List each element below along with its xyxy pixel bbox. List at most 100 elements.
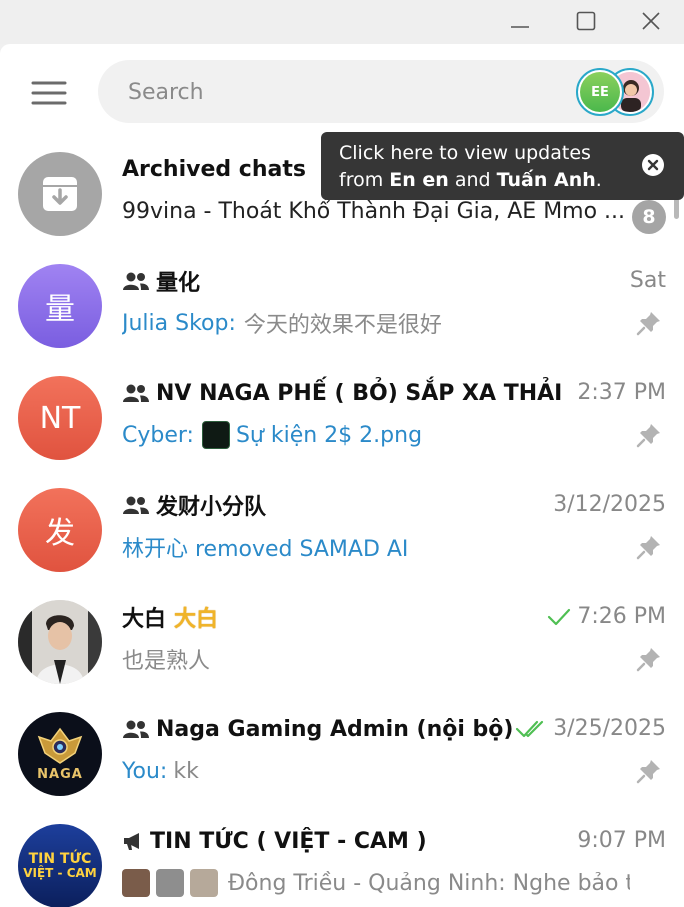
group-icon [123,720,149,738]
stories-tooltip: Click here to view updates from En en an… [321,132,684,200]
media-thumbnail [156,869,184,897]
chat-preview: Đông Triều - Quảng Ninh: Nghe bảo tiể... [122,868,630,898]
avatar: NT [18,376,102,460]
message-text: 也是熟人 [122,649,211,674]
archived-preview-main: 99vina - Thoát Khổ Thành Đại Gia [122,198,494,224]
chat-item[interactable]: 大白 大白 7:26 PM 也是熟人 [0,586,670,698]
chat-title: NV NAGA PHẾ ( BỎ) SẮP XA THẢI [122,378,562,408]
story-avatar-ee[interactable]: EE [576,68,624,116]
chat-item[interactable]: NT NV NAGA PHẾ ( BỎ) SẮP XA THẢI 2:37 PM… [0,362,670,474]
chat-title: Archived chats [122,156,306,182]
title-bar [0,0,684,44]
chat-time: 3/12/2025 [553,492,666,517]
tooltip-from: from [339,169,384,191]
naga-logo-icon [37,727,83,764]
minimize-icon [511,26,529,28]
chat-title-text: TIN TỨC ( VIỆT - CAM ) [150,828,427,854]
title-badge: 大白 [174,607,219,632]
megaphone-icon [124,833,139,850]
maximize-button[interactable] [566,6,606,36]
avatar [18,600,102,684]
chat-preview: Julia Skop: 今天的效果不是很好 [122,308,630,339]
avatar: TIN TỨC VIỆT - CAM [18,824,102,907]
pin-icon [636,536,660,560]
pin-icon [636,424,660,448]
tooltip-line-2: from En en and Tuấn Anh. [339,167,666,194]
tooltip-name-2: Tuấn Anh [496,169,596,191]
avatar-text-top: TIN TỨC [28,850,92,867]
story-initials: EE [580,72,620,112]
tooltip-period: . [595,169,602,191]
chat-title: 量化 [122,266,200,296]
chat-time-text: 7:26 PM [577,604,666,629]
chat-preview: 林开心 removed SAMAD AI [122,532,630,562]
search-box: EE [98,60,664,123]
chat-title: 发财小分队 [122,490,266,520]
chat-title-text: NV NAGA PHẾ ( BỎ) SẮP XA THẢI [156,380,563,406]
chat-title: TIN TỨC ( VIỆT - CAM ) [122,826,427,856]
tooltip-close-button[interactable] [642,154,664,176]
message-text: Sự kiện 2$ 2.png [235,422,423,448]
read-check-icon [548,608,571,625]
message-text: kk [173,758,199,784]
person-photo-icon [18,600,102,684]
chat-title-text: 发财小分队 [156,495,267,520]
service-message: 林开心 removed SAMAD AI [122,537,409,562]
group-icon [123,272,149,290]
avatar-text-bottom: VIỆT - CAM [23,866,97,881]
media-thumbnail [190,869,218,897]
chat-time: Sat [629,268,666,293]
chat-item[interactable]: TIN TỨC VIỆT - CAM TIN TỨC ( VIỆT - CAM … [0,810,670,907]
chat-list-panel: EE Archived chats 99vina - Thoát Khổ Thà… [0,44,684,907]
message-text: 今天的效果不是很好 [243,313,442,338]
chat-title: Naga Gaming Admin (nội bộ) [122,714,513,744]
minimize-button[interactable] [500,6,540,36]
media-thumbnail [122,869,150,897]
sender-name: Julia Skop: [122,310,236,336]
chat-item[interactable]: 发 发财小分队 3/12/2025 林开心 removed SAMAD AI [0,474,670,586]
close-icon [642,12,660,30]
tooltip-name-1: En en [389,169,449,191]
chat-title-text: Naga Gaming Admin (nội bộ) [156,716,514,742]
menu-button[interactable] [22,72,76,114]
chat-preview: Cyber: Sự kiện 2$ 2.png [122,420,630,450]
chat-time-text: 3/25/2025 [553,716,666,741]
tooltip-line-1: Click here to view updates [339,142,591,164]
chat-preview: 也是熟人 [122,644,630,674]
chat-time: 7:26 PM [547,604,666,629]
chat-preview: You: kk [122,756,630,786]
group-icon [123,496,149,514]
sender-name: Cyber: [122,422,194,448]
pin-icon [636,312,660,336]
close-button[interactable] [631,6,671,36]
tooltip-and: and [454,169,491,191]
chat-item[interactable]: NAGA Naga Gaming Admin (nội bộ) 3/25/202… [0,698,670,810]
avatar: 发 [18,488,102,572]
avatar: NAGA [18,712,102,796]
archive-avatar [18,152,102,236]
pin-icon [636,760,660,784]
hamburger-icon [31,81,67,105]
chat-time: 3/25/2025 [515,716,666,741]
image-thumbnail [201,421,230,449]
group-icon [123,384,149,402]
maximize-icon [576,11,596,31]
avatar-brand-text: NAGA [37,766,83,782]
chat-item[interactable]: 量 量化 Sat Julia Skop: 今天的效果不是很好 [0,250,670,362]
chat-time: 2:37 PM [577,380,666,405]
chat-time: 9:07 PM [577,828,666,853]
pin-icon [636,648,660,672]
chat-title-text: 大白 [122,607,167,632]
avatar: 量 [18,264,102,348]
chat-preview: 99vina - Thoát Khổ Thành Đại Gia, AE Mmo… [122,196,630,226]
stories-button[interactable]: EE [576,68,656,116]
sender-name: You: [122,758,168,784]
double-check-icon [516,720,544,737]
message-text: Đông Triều - Quảng Ninh: Nghe bảo tiể... [228,870,630,896]
unread-count-badge: 8 [632,200,666,234]
close-icon [647,159,659,171]
archive-icon [43,177,77,211]
archived-preview-rest: , AE Mmo ... [493,198,626,224]
search-input[interactable] [128,72,548,112]
chat-title-text: 量化 [156,271,201,296]
